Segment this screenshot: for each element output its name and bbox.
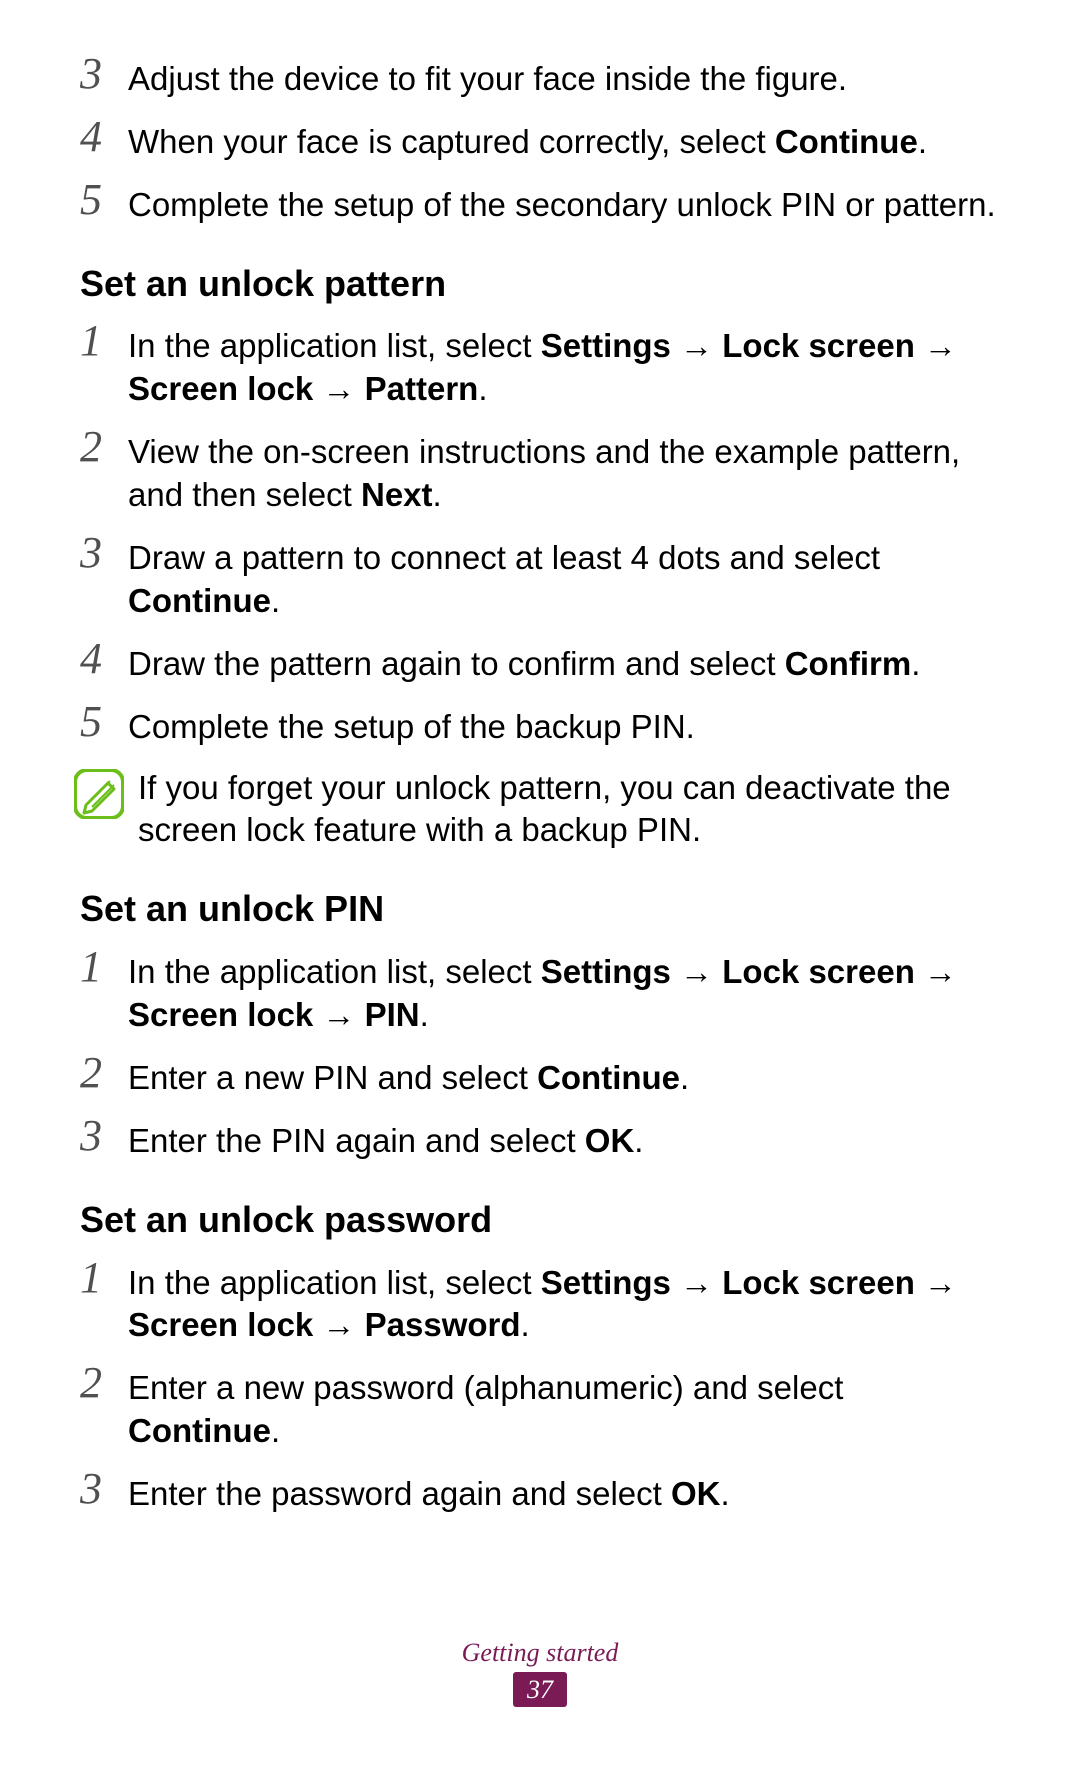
numbered-step: 2Enter a new PIN and select Continue. (80, 1055, 1000, 1100)
numbered-step: 3Enter the password again and select OK. (80, 1471, 1000, 1516)
section-unlock-password-steps: 1In the application list, select Setting… (80, 1260, 1000, 1516)
numbered-step: 4When your face is captured correctly, s… (80, 119, 1000, 164)
numbered-step: 1In the application list, select Setting… (80, 1260, 1000, 1348)
section-unlock-pin-steps: 1In the application list, select Setting… (80, 949, 1000, 1163)
numbered-step: 2View the on-screen instructions and the… (80, 429, 1000, 517)
step-number: 4 (80, 637, 128, 681)
step-text: Enter a new PIN and select Continue. (128, 1055, 1000, 1100)
step-number: 5 (80, 178, 128, 222)
step-number: 3 (80, 1467, 128, 1511)
note-icon (74, 769, 124, 819)
section-continuation: 3Adjust the device to fit your face insi… (80, 56, 1000, 227)
manual-page: 3Adjust the device to fit your face insi… (0, 0, 1080, 1771)
note-block: If you forget your unlock pattern, you c… (80, 767, 1000, 853)
step-number: 5 (80, 700, 128, 744)
step-number: 3 (80, 1114, 128, 1158)
numbered-step: 3Enter the PIN again and select OK. (80, 1118, 1000, 1163)
numbered-step: 1In the application list, select Setting… (80, 323, 1000, 411)
step-text: Enter the password again and select OK. (128, 1471, 1000, 1516)
numbered-step: 5Complete the setup of the secondary unl… (80, 182, 1000, 227)
step-text: Enter the PIN again and select OK. (128, 1118, 1000, 1163)
step-number: 4 (80, 115, 128, 159)
step-text: View the on-screen instructions and the … (128, 429, 1000, 517)
step-text: In the application list, select Settings… (128, 323, 1000, 411)
numbered-step: 2Enter a new password (alphanumeric) and… (80, 1365, 1000, 1453)
step-text: When your face is captured correctly, se… (128, 119, 1000, 164)
numbered-step: 4Draw the pattern again to confirm and s… (80, 641, 1000, 686)
page-number: 37 (513, 1672, 567, 1707)
step-text: Draw the pattern again to confirm and se… (128, 641, 1000, 686)
numbered-step: 1In the application list, select Setting… (80, 949, 1000, 1037)
chapter-label: Getting started (0, 1638, 1080, 1668)
step-number: 1 (80, 945, 128, 989)
step-text: In the application list, select Settings… (128, 949, 1000, 1037)
step-number: 2 (80, 1051, 128, 1095)
heading-unlock-password: Set an unlock password (80, 1197, 1000, 1244)
step-number: 3 (80, 531, 128, 575)
step-number: 1 (80, 319, 128, 363)
step-number: 2 (80, 425, 128, 469)
page-footer: Getting started 37 (0, 1638, 1080, 1707)
heading-unlock-pin: Set an unlock PIN (80, 886, 1000, 933)
step-text: Complete the setup of the backup PIN. (128, 704, 1000, 749)
numbered-step: 3Adjust the device to fit your face insi… (80, 56, 1000, 101)
step-text: Enter a new password (alphanumeric) and … (128, 1365, 1000, 1453)
step-number: 3 (80, 52, 128, 96)
heading-unlock-pattern: Set an unlock pattern (80, 261, 1000, 308)
page-content: 3 Adjust the device to fit your face insi… (80, 56, 1000, 1516)
step-text: Draw a pattern to connect at least 4 dot… (128, 535, 1000, 623)
numbered-step: 3Draw a pattern to connect at least 4 do… (80, 535, 1000, 623)
numbered-step: 5Complete the setup of the backup PIN. (80, 704, 1000, 749)
step-text: In the application list, select Settings… (128, 1260, 1000, 1348)
step-text: Adjust the device to fit your face insid… (128, 56, 1000, 101)
note-text: If you forget your unlock pattern, you c… (138, 767, 1000, 853)
step-text: Complete the setup of the secondary unlo… (128, 182, 1000, 227)
step-number: 1 (80, 1256, 128, 1300)
step-number: 2 (80, 1361, 128, 1405)
section-unlock-pattern-steps: 1In the application list, select Setting… (80, 323, 1000, 748)
